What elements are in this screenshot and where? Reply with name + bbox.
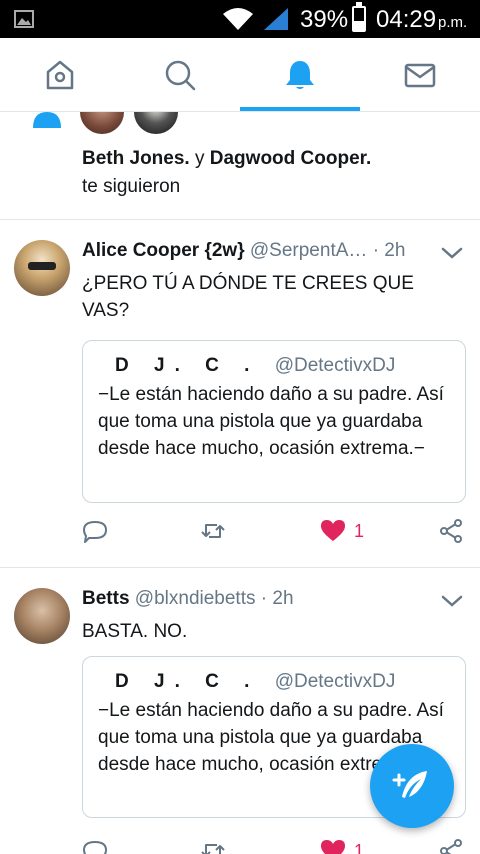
clock-ampm: p.m. bbox=[438, 14, 468, 31]
author-name[interactable]: Alice Cooper {2w} bbox=[82, 240, 245, 261]
author-handle[interactable]: @blxndiebetts bbox=[135, 588, 256, 609]
tab-notifications[interactable] bbox=[240, 38, 360, 112]
like-count: 1 bbox=[354, 520, 365, 541]
avatar[interactable] bbox=[80, 112, 124, 134]
chevron-down-icon[interactable] bbox=[440, 244, 464, 262]
tab-home[interactable] bbox=[0, 38, 120, 112]
tweet[interactable]: Alice Cooper {2w} @SerpentA… · 2h ¿PERO … bbox=[0, 222, 480, 568]
status-bar: 39% 04:29 p.m. bbox=[0, 0, 480, 38]
share-button[interactable] bbox=[438, 834, 464, 854]
quoted-tweet[interactable]: D J. C . @DetectivxDJ −Le están haciendo… bbox=[82, 340, 466, 503]
retweet-button[interactable] bbox=[200, 834, 226, 854]
tweet-actions: 1 bbox=[82, 514, 472, 548]
clock-time: 04:29 bbox=[376, 6, 437, 33]
separator-dot: · bbox=[260, 588, 268, 609]
follower-name[interactable]: Beth Jones. bbox=[82, 148, 190, 169]
quoted-tweet-header: D J. C . @DetectivxDJ bbox=[115, 355, 395, 377]
share-button[interactable] bbox=[438, 514, 464, 548]
search-icon bbox=[165, 60, 196, 91]
tab-messages[interactable] bbox=[360, 38, 480, 112]
conjunction: y bbox=[194, 148, 205, 169]
follower-name[interactable]: Dagwood Cooper. bbox=[210, 148, 372, 169]
active-tab-indicator bbox=[240, 107, 360, 111]
tab-bar bbox=[0, 38, 480, 112]
avatar[interactable] bbox=[14, 240, 70, 296]
follow-notification[interactable]: Beth Jones. y Dagwood Cooper. te siguier… bbox=[0, 112, 480, 220]
share-icon bbox=[440, 839, 462, 854]
reply-icon bbox=[83, 521, 107, 543]
avatar[interactable] bbox=[14, 588, 70, 644]
avatar[interactable] bbox=[134, 112, 178, 134]
tweet-actions: 1 bbox=[82, 834, 472, 854]
share-icon bbox=[440, 519, 462, 543]
compose-tweet-button[interactable] bbox=[370, 744, 454, 828]
reply-button[interactable] bbox=[82, 834, 108, 854]
heart-icon bbox=[321, 520, 345, 541]
tweet-age: 2h bbox=[384, 240, 406, 261]
home-icon bbox=[46, 60, 74, 90]
quoted-author-handle: @DetectivxDJ bbox=[274, 671, 396, 692]
quoted-tweet-header: D J. C . @DetectivxDJ bbox=[115, 671, 395, 693]
separator-dot: · bbox=[372, 240, 380, 261]
reply-button[interactable] bbox=[82, 514, 108, 548]
tweet-text: ¿PERO TÚ A DÓNDE TE CREES QUE VAS? bbox=[82, 273, 414, 321]
tab-search[interactable] bbox=[120, 38, 240, 112]
quoted-author-name: D J. C . bbox=[115, 671, 260, 692]
tweet-header: Alice Cooper {2w} @SerpentA… · 2h bbox=[82, 240, 405, 262]
followed-you-text: te siguieron bbox=[82, 176, 181, 197]
tweet-age: 2h bbox=[272, 588, 294, 609]
retweet-button[interactable] bbox=[200, 514, 226, 548]
battery-icon bbox=[352, 2, 366, 32]
tweet-header: Betts @blxndiebetts · 2h bbox=[82, 588, 294, 610]
reply-icon bbox=[83, 841, 107, 854]
author-name[interactable]: Betts bbox=[82, 588, 130, 609]
retweet-icon bbox=[201, 844, 225, 854]
gallery-notification-icon bbox=[14, 10, 34, 28]
chevron-down-icon[interactable] bbox=[440, 592, 464, 610]
like-count: 1 bbox=[354, 840, 365, 854]
heart-icon bbox=[321, 840, 345, 854]
wifi-icon bbox=[223, 8, 253, 30]
like-button[interactable]: 1 bbox=[320, 514, 364, 548]
like-button[interactable]: 1 bbox=[320, 834, 364, 854]
retweet-icon bbox=[201, 524, 225, 538]
follower-names: Beth Jones. y Dagwood Cooper. bbox=[82, 148, 371, 170]
battery-fill bbox=[354, 21, 364, 30]
quoted-author-handle: @DetectivxDJ bbox=[274, 355, 396, 376]
author-handle[interactable]: @SerpentA… bbox=[250, 240, 368, 261]
battery-percent: 39% bbox=[300, 6, 349, 33]
compose-tweet-icon bbox=[392, 771, 427, 798]
tweet-text: BASTA. NO. bbox=[82, 621, 188, 642]
quoted-author-name: D J. C . bbox=[115, 355, 260, 376]
person-icon bbox=[33, 112, 61, 128]
mail-icon bbox=[404, 63, 436, 88]
bell-icon bbox=[286, 61, 314, 89]
quoted-tweet-text: −Le están haciendo daño a su padre. Así … bbox=[98, 384, 444, 459]
signal-icon bbox=[264, 8, 288, 30]
